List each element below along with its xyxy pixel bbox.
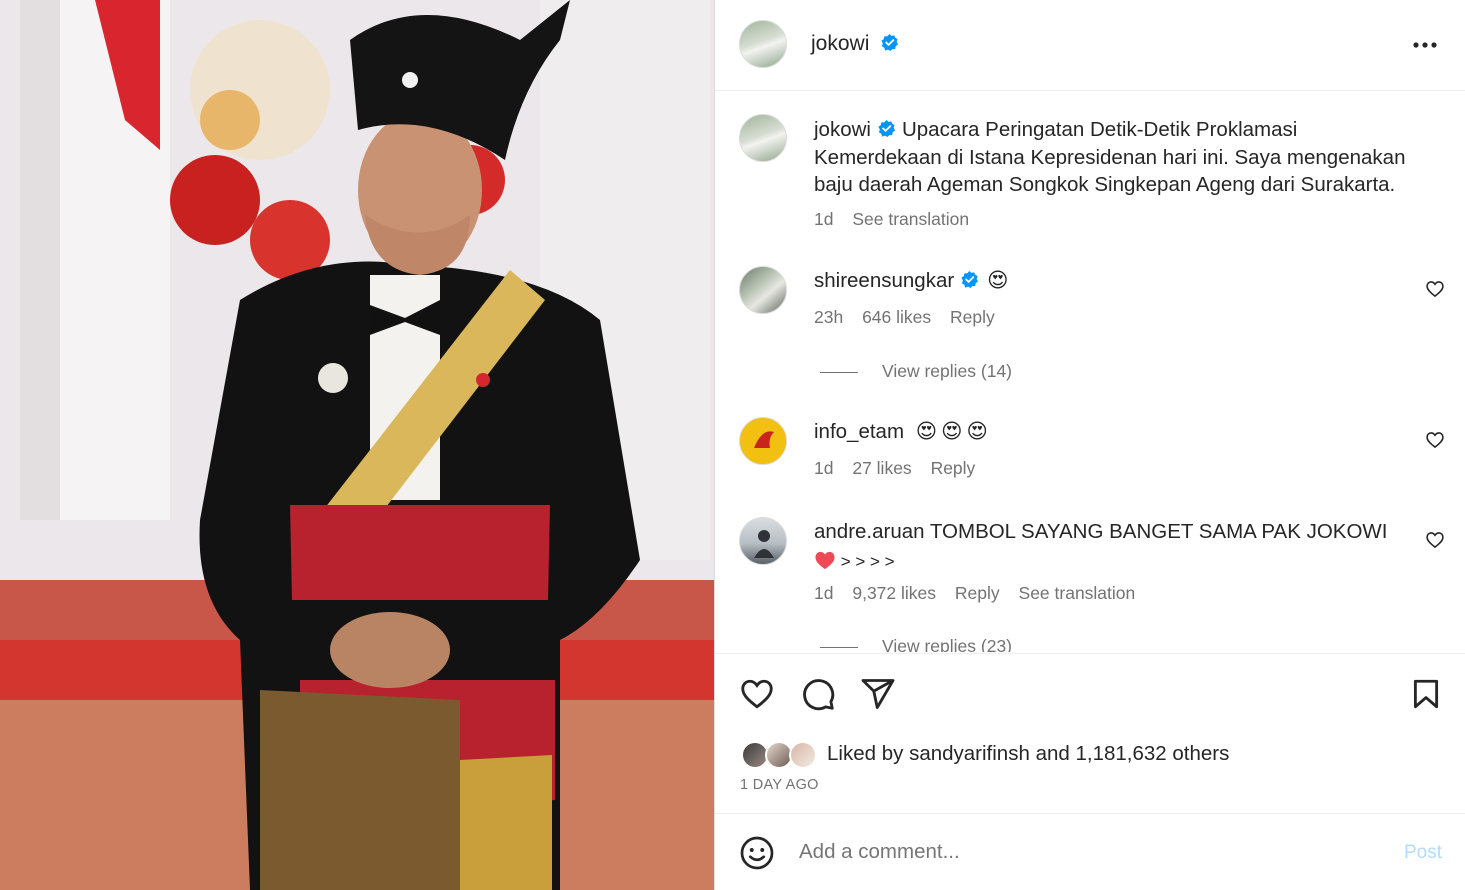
caption-text-line-3: baju daerah Ageman Songkok Singkepan Age… xyxy=(814,173,1396,196)
view-replies-label: View replies (14) xyxy=(882,361,1013,381)
author-username[interactable]: jokowi xyxy=(811,32,869,55)
person-silhouette-icon xyxy=(754,530,774,558)
info-etam-logo-icon xyxy=(741,419,786,464)
more-horizontal-icon[interactable] xyxy=(1412,33,1438,57)
post-details-panel: jokowi jokowi Upacara Peringatan Detik-De… xyxy=(714,0,1465,890)
liker-avatar xyxy=(789,741,817,769)
comment-avatar[interactable] xyxy=(739,266,787,314)
post-actions: Liked by sandyarifinsh and 1,181,632 oth… xyxy=(715,653,1465,813)
comment-time[interactable]: 23h xyxy=(814,307,843,327)
verified-badge-icon xyxy=(961,270,979,289)
verified-badge-icon xyxy=(881,33,898,52)
comment-body: info_etam 😍😍😍 xyxy=(814,418,992,446)
comment-like-heart-icon[interactable] xyxy=(1425,279,1445,299)
save-bookmark-icon[interactable] xyxy=(1409,676,1443,712)
caption-meta: 1d See translation xyxy=(814,209,1444,230)
comment-username[interactable]: andre.aruan xyxy=(814,520,925,543)
view-replies-line xyxy=(820,371,858,373)
comment-time[interactable]: 1d xyxy=(814,583,833,603)
comment-item: andre.aruan TOMBOL SAYANG BANGET SAMA PA… xyxy=(814,518,1414,604)
comment-input[interactable] xyxy=(799,840,1359,864)
comment-item: info_etam 😍😍😍 1d 27 likes Reply xyxy=(814,418,992,479)
comment-see-translation[interactable]: See translation xyxy=(1019,583,1136,603)
comment-meta: 23h 646 likes Reply xyxy=(814,307,1009,328)
comment-meta: 1d 27 likes Reply xyxy=(814,458,992,479)
post-header: jokowi xyxy=(715,0,1465,91)
view-replies-label: View replies (23) xyxy=(882,636,1013,652)
post-image[interactable] xyxy=(0,0,714,890)
view-replies-button[interactable]: View replies (23) xyxy=(820,636,1012,652)
caption-time[interactable]: 1d xyxy=(814,209,833,229)
comment-item: shireensungkar 😍 23h 646 likes Reply xyxy=(814,267,1009,328)
post-date[interactable]: 1 DAY AGO xyxy=(740,777,819,793)
liked-by-count[interactable]: 1,181,632 others xyxy=(1075,742,1229,765)
caption-avatar[interactable] xyxy=(739,114,787,162)
view-replies-button[interactable]: View replies (14) xyxy=(820,361,1012,382)
comments-clip: View replies (23) xyxy=(715,630,1465,652)
caption-text-line-1: Upacara Peringatan Detik-Detik Proklamas… xyxy=(901,118,1298,141)
caption-see-translation[interactable]: See translation xyxy=(852,209,969,229)
view-replies-line xyxy=(820,646,858,648)
comment-avatar[interactable] xyxy=(739,417,787,465)
comment-text: 😍 xyxy=(987,269,1009,292)
comment-username[interactable]: shireensungkar xyxy=(814,269,954,292)
emoji-smiley-icon[interactable] xyxy=(739,835,775,871)
comment-body-line-2: > > > > xyxy=(814,547,1414,576)
caption-text-line-2: Kemerdekaan di Istana Kepresidenan hari … xyxy=(814,145,1406,169)
caption-username[interactable]: jokowi xyxy=(814,118,871,141)
comment-meta: 1d 9,372 likes Reply See translation xyxy=(814,583,1414,604)
comment-text: 😍😍😍 xyxy=(915,420,992,443)
comment-likes[interactable]: 9,372 likes xyxy=(852,583,936,603)
comment-like-heart-icon[interactable] xyxy=(1425,430,1445,450)
post-photo xyxy=(0,0,714,890)
comment-username[interactable]: info_etam xyxy=(814,420,904,443)
like-heart-icon[interactable] xyxy=(739,676,775,712)
verified-badge-icon xyxy=(878,119,896,138)
comment-time[interactable]: 1d xyxy=(814,458,833,478)
comment-body: andre.aruan TOMBOL SAYANG BANGET SAMA PA… xyxy=(814,518,1414,546)
comment-reply-button[interactable]: Reply xyxy=(950,307,995,327)
caption: jokowi Upacara Peringatan Detik-Detik Pro… xyxy=(814,116,1444,230)
liked-by-user[interactable]: sandyarifinsh xyxy=(909,742,1030,765)
liked-by-prefix: Liked by xyxy=(827,742,904,765)
comment-avatar[interactable] xyxy=(739,517,787,565)
comment-text-line-1: TOMBOL SAYANG BANGET SAMA PAK JOKOWI xyxy=(929,520,1388,543)
liked-by-line: Liked by sandyarifinsh and 1,181,632 oth… xyxy=(827,742,1229,766)
post-comment-button[interactable]: Post xyxy=(1404,842,1442,864)
comment-body: shireensungkar 😍 xyxy=(814,267,1009,295)
comment-likes[interactable]: 646 likes xyxy=(862,307,931,327)
comment-like-heart-icon[interactable] xyxy=(1425,530,1445,550)
caption-line-1: jokowi Upacara Peringatan Detik-Detik Pro… xyxy=(814,116,1444,144)
share-paper-plane-icon[interactable] xyxy=(860,676,896,712)
author-name-row: jokowi xyxy=(811,32,899,56)
comment-bubble-icon[interactable] xyxy=(800,676,836,712)
comment-reply-button[interactable]: Reply xyxy=(955,583,1000,603)
liked-by-and: and xyxy=(1035,742,1070,765)
comment-likes[interactable]: 27 likes xyxy=(852,458,911,478)
add-comment-bar: Post xyxy=(715,813,1465,890)
comment-text-line-2: > > > > xyxy=(836,551,895,571)
author-avatar[interactable] xyxy=(739,20,787,68)
comment-reply-button[interactable]: Reply xyxy=(931,458,976,478)
red-heart-emoji-icon xyxy=(815,551,835,569)
